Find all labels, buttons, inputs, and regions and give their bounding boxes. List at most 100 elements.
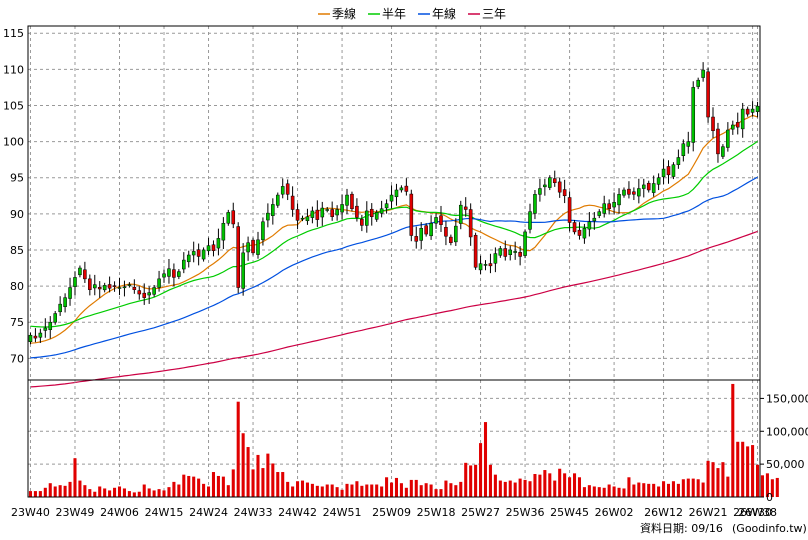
volume-bar xyxy=(330,484,334,497)
x-tick-label: 26W21 xyxy=(689,506,728,519)
candle-body xyxy=(577,229,582,236)
candle-body xyxy=(221,222,226,241)
volume-bar xyxy=(726,476,730,497)
candle-body xyxy=(637,188,641,197)
candle-body xyxy=(92,284,97,289)
volume-bar xyxy=(236,401,240,497)
volume-bar xyxy=(582,487,586,497)
volume-bar xyxy=(686,478,690,497)
volume-bar xyxy=(666,483,671,497)
volume-bar xyxy=(38,491,42,497)
volume-bar xyxy=(355,481,359,497)
candle-body xyxy=(285,183,290,195)
candle-body xyxy=(557,181,562,193)
x-tick-label: 25W36 xyxy=(506,506,545,519)
candle-body xyxy=(132,286,137,290)
x-tick-label: 25W09 xyxy=(372,506,411,519)
candle-body xyxy=(592,217,597,222)
candle-body xyxy=(473,234,478,268)
volume-bar xyxy=(577,477,582,497)
volume-bar xyxy=(315,485,319,497)
volume-tick-label: 50,000 xyxy=(766,458,805,471)
candle-body xyxy=(641,184,646,189)
legend: 季線 半年 年線 三年 xyxy=(318,6,506,21)
volume-bar xyxy=(592,486,596,497)
volume-bar xyxy=(533,473,537,497)
candle-body xyxy=(548,177,552,188)
volume-bar xyxy=(197,478,201,497)
candle-body xyxy=(122,286,127,289)
ma-line-三年 xyxy=(30,230,758,388)
candle-body xyxy=(468,209,473,238)
candle-body xyxy=(97,286,102,290)
volume-bars xyxy=(28,383,779,497)
volume-bar xyxy=(696,479,700,497)
volume-bar xyxy=(508,480,512,497)
candle-body xyxy=(533,194,537,214)
candle-body xyxy=(463,206,468,210)
volume-bar xyxy=(310,483,314,497)
candle-body xyxy=(454,225,458,243)
volume-bar xyxy=(459,481,463,497)
candle-body xyxy=(137,290,142,295)
volume-bar xyxy=(404,487,408,497)
candle-body xyxy=(58,303,62,313)
volume-bar xyxy=(162,490,166,497)
x-tick-label: 26W12 xyxy=(644,506,683,519)
candle-body xyxy=(167,268,171,277)
candle-body xyxy=(646,182,651,191)
candle-body xyxy=(330,209,334,217)
candle-body xyxy=(691,87,696,143)
candle-body xyxy=(320,207,325,218)
candle-body xyxy=(508,249,513,255)
candle-body xyxy=(478,263,483,271)
volume-bar xyxy=(741,441,745,497)
candle-body xyxy=(102,285,107,291)
candle-body xyxy=(365,210,369,226)
volume-bar xyxy=(419,485,423,497)
candle-body xyxy=(300,217,305,220)
price-tick-label: 85 xyxy=(10,244,24,257)
candle-body xyxy=(241,252,245,289)
volume-bar xyxy=(385,477,389,497)
candle-body xyxy=(409,193,414,236)
candle-body xyxy=(38,332,43,338)
volume-bar xyxy=(755,464,760,497)
volume-bar xyxy=(543,470,547,497)
volume-bar xyxy=(320,486,324,497)
x-tick-label: 25W18 xyxy=(417,506,456,519)
candle-body xyxy=(731,124,735,130)
candle-body xyxy=(493,253,498,264)
candle-body xyxy=(755,105,760,112)
price-tick-label: 80 xyxy=(10,280,24,293)
volume-bar xyxy=(48,483,52,497)
candle-body xyxy=(246,242,250,253)
volume-bar xyxy=(746,446,750,497)
x-tick-label: 24W33 xyxy=(234,506,273,519)
x-tick-label: 24W42 xyxy=(278,506,317,519)
candle-body xyxy=(384,203,389,209)
volume-bar xyxy=(103,488,107,497)
volume-bar xyxy=(513,482,517,497)
volume-bar xyxy=(701,482,705,497)
volume-bar xyxy=(553,480,557,497)
candle-body xyxy=(740,108,745,130)
candle-body xyxy=(152,287,156,295)
candle-body xyxy=(602,203,606,214)
ma-line-季線 xyxy=(30,114,758,344)
candle-body xyxy=(528,211,532,230)
x-tick-label: 24W15 xyxy=(145,506,184,519)
candle-body xyxy=(325,209,330,211)
volume-bar xyxy=(676,483,680,497)
volume-bar xyxy=(483,422,488,497)
candle-body xyxy=(562,189,567,197)
volume-bar xyxy=(602,487,606,497)
volume-bar xyxy=(736,441,740,497)
volume-bar xyxy=(671,481,675,497)
candle-body xyxy=(186,254,191,263)
candle-body xyxy=(666,166,671,176)
volume-bar xyxy=(98,486,102,497)
volume-bar xyxy=(647,483,651,497)
candle-body xyxy=(488,263,493,267)
volume-panel-frame xyxy=(27,379,761,498)
